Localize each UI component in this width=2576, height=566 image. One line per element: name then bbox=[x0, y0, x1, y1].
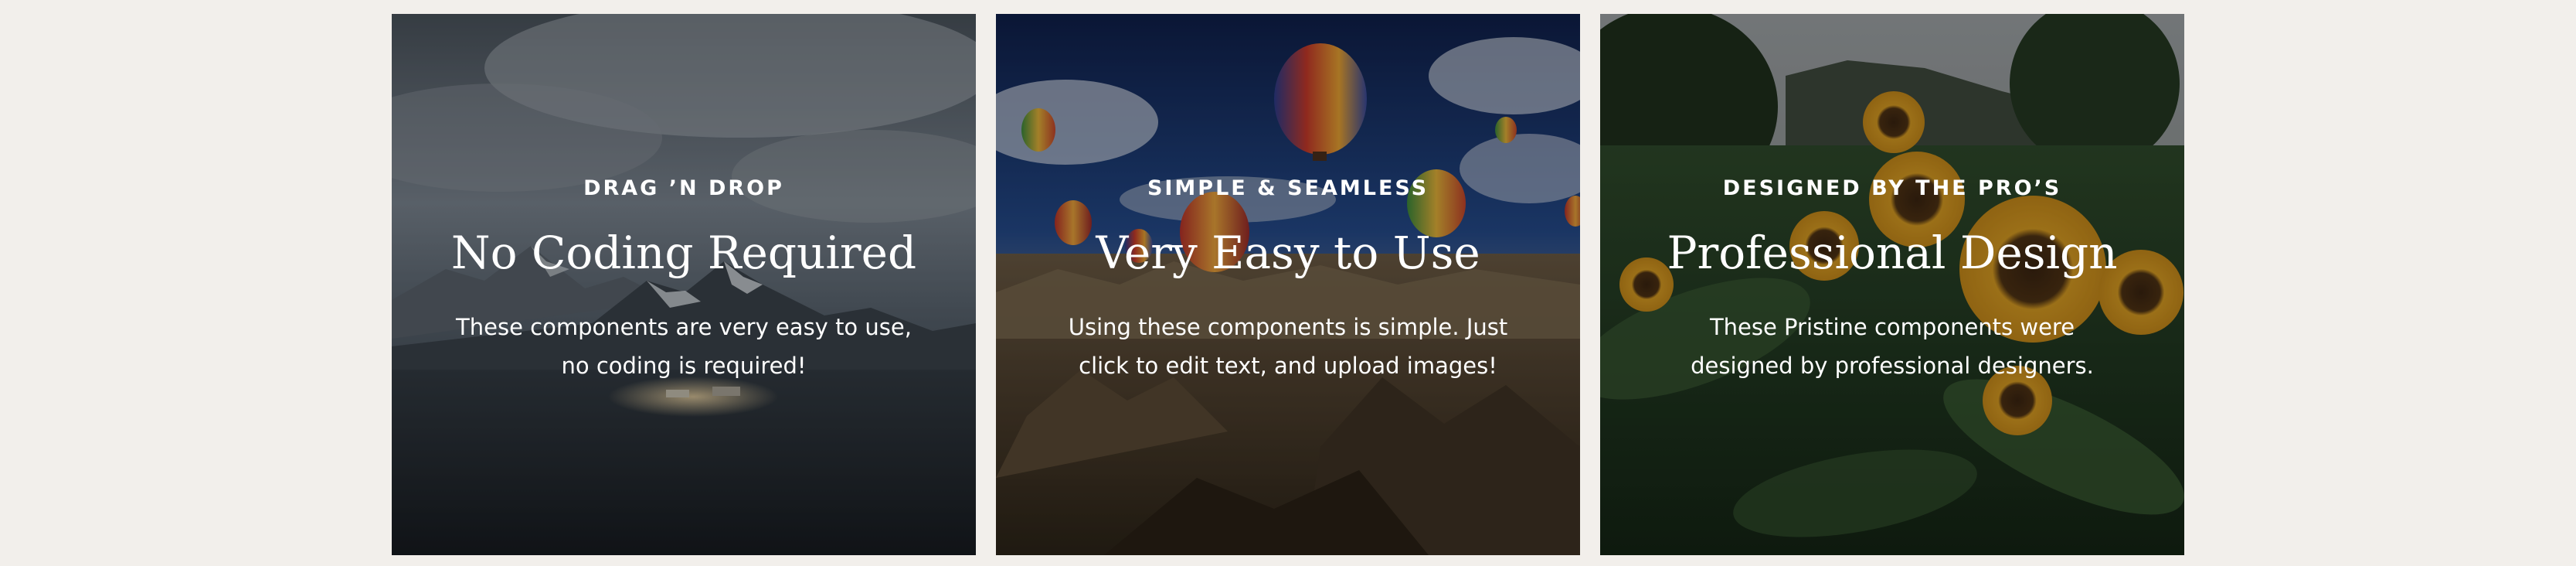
card-content: DESIGNED BY THE PRO’S Professional Desig… bbox=[1600, 162, 2184, 385]
card-description: Using these components is simple. Just c… bbox=[1068, 313, 1508, 379]
card-eyebrow: DRAG ’N DROP bbox=[583, 176, 784, 200]
card-description: These components are very easy to use, n… bbox=[456, 313, 912, 379]
card-eyebrow: DESIGNED BY THE PRO’S bbox=[1722, 176, 2062, 200]
feature-card-easy-to-use: SIMPLE & SEAMLESS Very Easy to Use Using… bbox=[996, 14, 1580, 555]
card-eyebrow: SIMPLE & SEAMLESS bbox=[1147, 176, 1429, 200]
card-title: No Coding Required bbox=[450, 227, 917, 279]
feature-cards: DRAG ’N DROP No Coding Required These co… bbox=[392, 14, 2184, 555]
card-content: DRAG ’N DROP No Coding Required These co… bbox=[392, 162, 976, 385]
feature-card-no-coding: DRAG ’N DROP No Coding Required These co… bbox=[392, 14, 976, 555]
card-description: These Pristine components were designed … bbox=[1691, 313, 2094, 379]
feature-card-professional-design: DESIGNED BY THE PRO’S Professional Desig… bbox=[1600, 14, 2184, 555]
card-content: SIMPLE & SEAMLESS Very Easy to Use Using… bbox=[996, 162, 1580, 385]
card-title: Very Easy to Use bbox=[1096, 227, 1480, 279]
card-title: Professional Design bbox=[1667, 227, 2118, 279]
